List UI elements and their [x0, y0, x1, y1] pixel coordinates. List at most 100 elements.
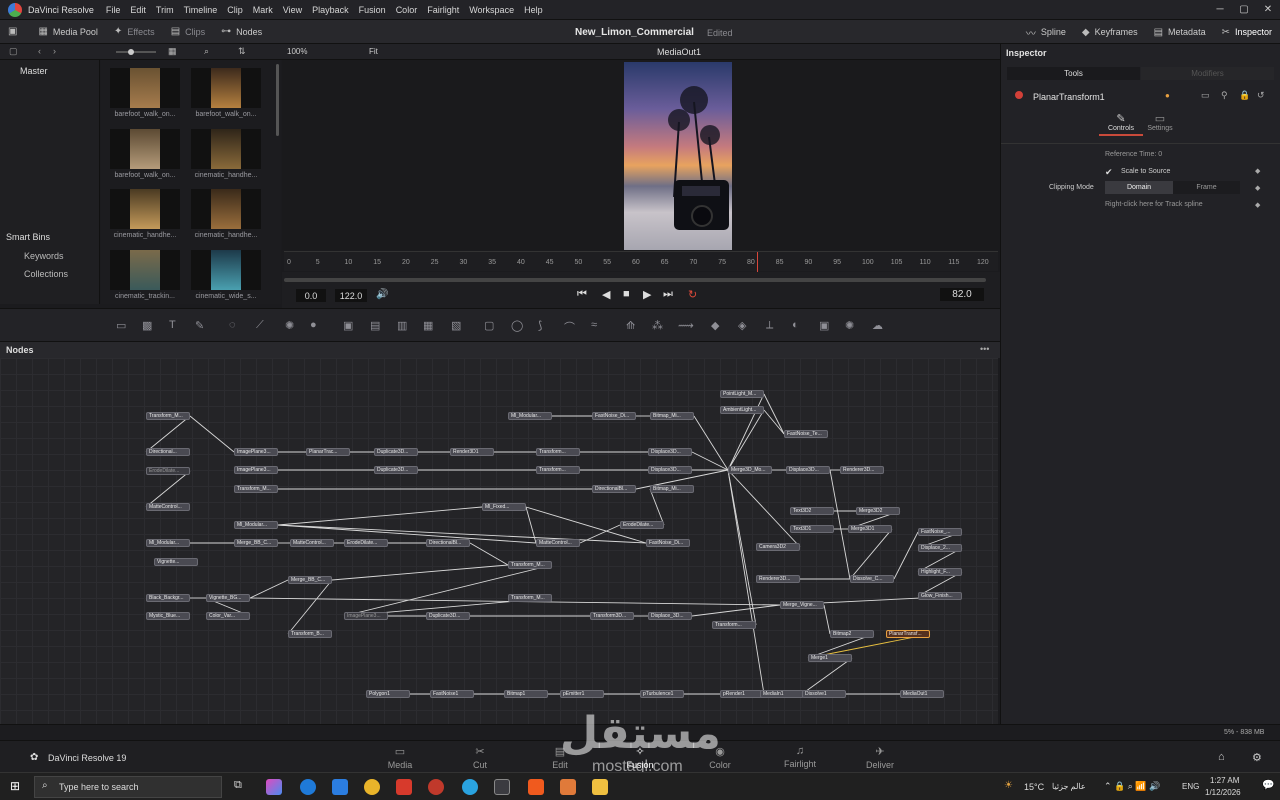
- fusion-tool-icon[interactable]: ▧: [451, 319, 461, 332]
- sidebar-toggle-icon[interactable]: ▢: [9, 46, 18, 57]
- fusion-node[interactable]: pTurbulence1: [640, 690, 684, 698]
- fusion-tool-icon[interactable]: ▣: [819, 319, 829, 332]
- subtab-controls[interactable]: ✎ Controls: [1099, 112, 1143, 136]
- fusion-tool-icon[interactable]: ▥: [397, 319, 407, 332]
- play-reverse-icon[interactable]: ◀: [602, 288, 610, 301]
- page-media[interactable]: ▭ Media: [370, 745, 430, 770]
- fusion-node[interactable]: MediaOut1: [900, 690, 944, 698]
- fusion-node[interactable]: Bitmap2: [830, 630, 874, 638]
- bin-master[interactable]: Master: [0, 60, 99, 76]
- fusion-tool-icon[interactable]: ◌: [229, 319, 236, 331]
- fusion-node[interactable]: Ml_Modular...: [234, 521, 278, 529]
- fusion-node[interactable]: Polygon1: [366, 690, 410, 698]
- weather-temp[interactable]: 15°C: [1024, 782, 1044, 792]
- fusion-tool-icon[interactable]: ⁂: [652, 319, 663, 332]
- file-explorer-icon[interactable]: [592, 779, 608, 795]
- menu-view[interactable]: View: [283, 5, 302, 15]
- back-icon[interactable]: ‹: [38, 46, 41, 56]
- media-clip[interactable]: cinematic_wide_s...: [191, 250, 261, 300]
- fusion-node[interactable]: Transform_M...: [146, 412, 190, 420]
- page-deliver[interactable]: ✈ Deliver: [850, 745, 910, 770]
- app-icon[interactable]: [560, 779, 576, 795]
- fusion-tool-icon[interactable]: ⟿: [678, 319, 694, 332]
- media-clip[interactable]: barefoot_walk_on...: [110, 129, 180, 179]
- language-indicator[interactable]: ENG: [1182, 782, 1199, 791]
- fusion-node[interactable]: Merge3D1: [848, 525, 892, 533]
- fusion-tool-icon[interactable]: ▢: [484, 319, 494, 332]
- media-clip[interactable]: cinematic_handhe...: [191, 189, 261, 239]
- notification-icon[interactable]: 💬: [1262, 780, 1274, 791]
- fusion-node[interactable]: Highlight_F...: [918, 568, 962, 576]
- fusion-node[interactable]: ImagePlane3...: [344, 612, 388, 620]
- fusion-node[interactable]: Camera3D2: [756, 543, 800, 551]
- effects-button[interactable]: ✦ Effects: [106, 20, 163, 44]
- clock-date[interactable]: 1/12/2026: [1205, 788, 1241, 797]
- fusion-node[interactable]: pRender1: [720, 690, 764, 698]
- fusion-node[interactable]: Transform...: [536, 466, 580, 474]
- menu-edit[interactable]: Edit: [130, 5, 146, 15]
- fusion-tool-icon[interactable]: ▩: [142, 319, 152, 332]
- audio-icon[interactable]: 🔊: [376, 289, 388, 300]
- fusion-node[interactable]: Displace_2...: [918, 544, 962, 552]
- nodes-options-icon[interactable]: •••: [980, 344, 989, 354]
- maximize-icon[interactable]: ▢: [1232, 4, 1256, 15]
- node-editor[interactable]: Transform_M... Directional... ErodeDilate.…: [0, 358, 998, 724]
- fusion-tool-icon[interactable]: ▣: [343, 319, 353, 332]
- fusion-node[interactable]: Duplicate3D...: [374, 466, 418, 474]
- viewer-frame[interactable]: [624, 62, 732, 250]
- smart-bin-collections[interactable]: Collections: [24, 269, 68, 279]
- nodes-button[interactable]: ⊶ Nodes: [213, 20, 270, 44]
- fusion-node[interactable]: Vignette...: [154, 558, 198, 566]
- fusion-tool-icon[interactable]: ▤: [370, 319, 380, 332]
- fusion-node[interactable]: MatteControl...: [290, 539, 334, 547]
- scale-to-source-checkbox[interactable]: ✔: [1105, 167, 1113, 178]
- taskbar-search[interactable]: Type here to search: [34, 776, 222, 798]
- spline-button[interactable]: 〰 Spline: [1018, 20, 1074, 44]
- metadata-button[interactable]: ▤ Metadata: [1146, 20, 1214, 44]
- fusion-node[interactable]: Merge_BB_C...: [234, 539, 278, 547]
- fusion-tool-icon[interactable]: ⌒: [564, 319, 575, 335]
- fusion-node[interactable]: Render3D1: [450, 448, 494, 456]
- chrome-profile-icon[interactable]: [428, 779, 444, 795]
- subtab-settings[interactable]: ▭ Settings: [1143, 112, 1177, 132]
- fusion-node[interactable]: ErodeDilate...: [620, 521, 664, 529]
- windows-start-icon[interactable]: ⊞: [10, 779, 20, 793]
- fusion-node[interactable]: DirectionalBl...: [426, 539, 470, 547]
- fusion-node[interactable]: Merge1: [808, 654, 852, 662]
- fusion-node[interactable]: Transform_M...: [508, 594, 552, 602]
- loop-icon[interactable]: ↻: [688, 288, 697, 301]
- fusion-node[interactable]: Merge_BB_C...: [288, 576, 332, 584]
- task-view-icon[interactable]: ⧉: [234, 779, 242, 792]
- telegram-icon[interactable]: [462, 779, 478, 795]
- fusion-node[interactable]: Displace3D...: [786, 466, 830, 474]
- keyframe-diamond-icon[interactable]: ◆: [1255, 201, 1260, 209]
- sort-icon[interactable]: ⇅: [238, 46, 246, 57]
- panel-toggle-button[interactable]: ▣: [0, 20, 30, 44]
- vscode-icon[interactable]: [332, 779, 348, 795]
- fusion-node[interactable]: Transform_B...: [288, 630, 332, 638]
- fusion-node[interactable]: DirectionalBl...: [592, 485, 636, 493]
- project-settings-gear-icon[interactable]: ⚙: [1252, 751, 1262, 764]
- fusion-tool-icon[interactable]: ✎: [195, 319, 204, 332]
- fusion-tool-icon[interactable]: ✺: [845, 319, 854, 332]
- fusion-node[interactable]: Bitmap_Mi...: [650, 485, 694, 493]
- menu-playback[interactable]: Playback: [312, 5, 349, 15]
- pin-icon[interactable]: ⚲: [1221, 90, 1228, 101]
- clips-button[interactable]: ▤ Clips: [163, 20, 213, 44]
- track-spline-hint[interactable]: Right-click here for Track spline: [1105, 201, 1203, 208]
- tray-icons[interactable]: ⌃ 🔒 ⌕ 📶 🔊: [1104, 781, 1160, 792]
- fusion-node[interactable]: Glow_Finish...: [918, 592, 962, 600]
- media-clip[interactable]: cinematic_handhe...: [110, 189, 180, 239]
- fusion-tool-icon[interactable]: ▭: [116, 319, 126, 332]
- fusion-node[interactable]: Mystic_Blue...: [146, 612, 190, 620]
- fusion-tool-icon[interactable]: ⟆: [538, 319, 542, 332]
- clock-time[interactable]: 1:27 AM: [1210, 776, 1239, 785]
- tab-tools[interactable]: Tools: [1007, 67, 1140, 80]
- zoom-dropdown[interactable]: 100%: [287, 47, 307, 56]
- fusion-tool-icon[interactable]: ●: [310, 319, 317, 331]
- fusion-tool-icon[interactable]: ◐: [792, 319, 799, 331]
- fusion-node[interactable]: AmbientLight...: [720, 406, 764, 414]
- pool-scrollbar[interactable]: [276, 64, 279, 136]
- fusion-node[interactable]: Merge3D_Mo...: [728, 466, 772, 474]
- keyframes-button[interactable]: ◆ Keyframes: [1074, 20, 1146, 44]
